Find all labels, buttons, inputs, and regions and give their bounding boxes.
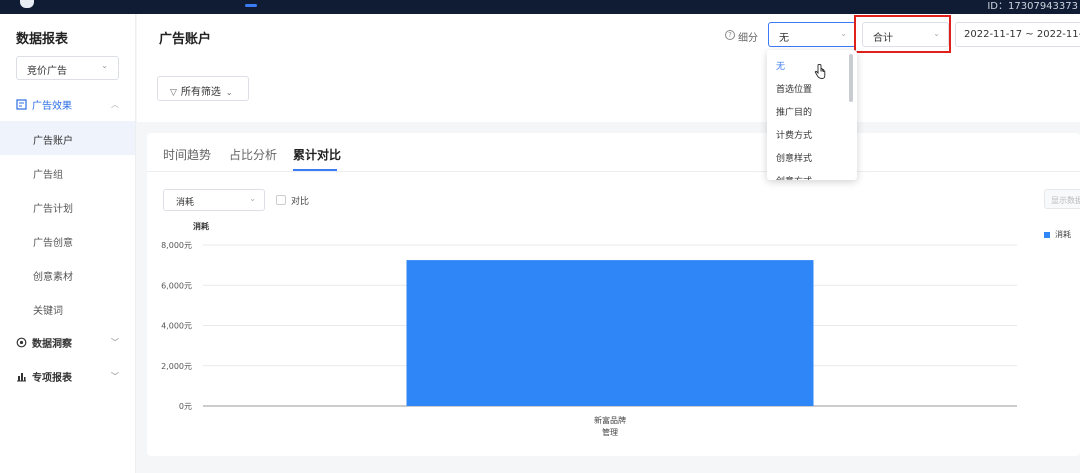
chart-card: 时间趋势 占比分析 累计对比 消耗 ⌄ 对比 显示数据 消耗 消耗 0元 2,000… bbox=[147, 133, 1080, 456]
sidebar-group-label: 数据洞察 bbox=[32, 339, 72, 350]
sidebar-group-label: 广告效果 bbox=[32, 101, 72, 112]
sidebar-item-ad-group[interactable]: 广告组 bbox=[0, 155, 135, 189]
bar-chart: 消耗 0元 2,000元 4,000元 6,000元 8,000元新富品牌管理 bbox=[161, 221, 1017, 437]
chart-bar[interactable] bbox=[406, 260, 814, 406]
page-title: 广告账户 bbox=[159, 32, 212, 47]
chevron-down-icon: ﹀ bbox=[111, 338, 119, 347]
breakdown-dropdown-menu: 无首选位置推广目的计费方式创意样式创意方式 bbox=[767, 50, 857, 180]
dropdown-option[interactable]: 创意样式 bbox=[776, 151, 812, 164]
chevron-down-icon: ⌄ bbox=[933, 29, 940, 38]
chevron-down-icon: ⌄ bbox=[840, 29, 847, 38]
y-tick-label: 6,000元 bbox=[161, 281, 192, 290]
dropdown-option[interactable]: 首选位置 bbox=[776, 82, 812, 95]
sidebar-group-label: 专项报表 bbox=[32, 373, 72, 384]
date-range-picker[interactable]: 2022-11-17 ~ 2022-11-22 bbox=[955, 22, 1080, 47]
page-header: 广告账户 ? 细分 无 ⌄ 合计 ⌄ 2022-11-17 ~ 2022-11-… bbox=[137, 14, 1080, 122]
insight-icon bbox=[16, 337, 27, 348]
sidebar-item-ad-creative[interactable]: 广告创意 bbox=[0, 223, 135, 257]
chevron-up-icon: ︿ bbox=[111, 100, 119, 109]
chevron-down-icon: ⌄ bbox=[101, 61, 108, 70]
sidebar-item-ad-plan[interactable]: 广告计划 bbox=[0, 189, 135, 223]
breakdown-select-value: 无 bbox=[779, 33, 789, 44]
mouse-cursor-icon bbox=[814, 64, 826, 79]
sidebar: 数据报表 竞价广告 ⌄ 广告效果 ︿ 广告账户 广告组 广告计划 广告创意 创意… bbox=[0, 14, 136, 473]
all-filters-button[interactable]: ▽ 所有筛选 ⌄ bbox=[157, 76, 249, 101]
breakdown-label: 细分 bbox=[738, 33, 758, 44]
chevron-down-icon: ⌄ bbox=[225, 88, 233, 97]
dropdown-option[interactable]: 创意方式 bbox=[776, 174, 812, 180]
y-tick-label: 8,000元 bbox=[161, 241, 192, 250]
sidebar-item-ad-account[interactable]: 广告账户 bbox=[0, 121, 135, 155]
breakdown-select[interactable]: 无 ⌄ bbox=[768, 22, 856, 47]
x-tick-label: 管理 bbox=[602, 427, 618, 437]
y-axis-label: 消耗 bbox=[193, 221, 209, 231]
ad-type-select[interactable]: 竞价广告 ⌄ bbox=[16, 56, 119, 80]
logo-icon[interactable] bbox=[20, 0, 34, 8]
dropdown-option[interactable]: 无 bbox=[776, 59, 785, 72]
x-tick-label: 新富品牌 bbox=[594, 415, 626, 425]
sidebar-item-keyword[interactable]: 关键词 bbox=[0, 291, 135, 325]
date-range-value: 2022-11-17 ~ 2022-11-22 bbox=[964, 29, 1080, 40]
ad-type-select-value: 竞价广告 bbox=[27, 66, 67, 77]
help-icon[interactable]: ? bbox=[725, 30, 735, 40]
y-tick-label: 2,000元 bbox=[161, 362, 192, 371]
active-nav-indicator bbox=[245, 4, 257, 7]
filter-label: 所有筛选 bbox=[180, 87, 221, 98]
sidebar-group-ad-effect[interactable]: 广告效果 ︿ bbox=[16, 97, 119, 112]
y-tick-label: 0元 bbox=[179, 402, 192, 411]
filter-icon: ▽ bbox=[170, 88, 177, 98]
sidebar-title: 数据报表 bbox=[16, 32, 69, 47]
dropdown-option[interactable]: 推广目的 bbox=[776, 105, 812, 118]
user-id-text: ID：17307943373 bbox=[987, 1, 1078, 12]
chevron-down-icon: ﹀ bbox=[111, 372, 119, 381]
top-nav-bar: ID：17307943373 bbox=[0, 0, 1080, 14]
sidebar-group-data-insight[interactable]: 数据洞察 ﹀ bbox=[16, 335, 119, 350]
y-tick-label: 4,000元 bbox=[161, 322, 192, 331]
report-icon bbox=[16, 99, 27, 110]
total-select-value: 合计 bbox=[873, 33, 893, 44]
total-select[interactable]: 合计 ⌄ bbox=[862, 22, 949, 47]
sidebar-group-special-report[interactable]: 专项报表 ﹀ bbox=[16, 369, 119, 384]
dropdown-option[interactable]: 计费方式 bbox=[776, 128, 812, 141]
sidebar-item-creative-material[interactable]: 创意素材 bbox=[0, 257, 135, 291]
dropdown-scrollbar[interactable] bbox=[849, 54, 853, 102]
bar-chart-icon bbox=[17, 373, 26, 382]
